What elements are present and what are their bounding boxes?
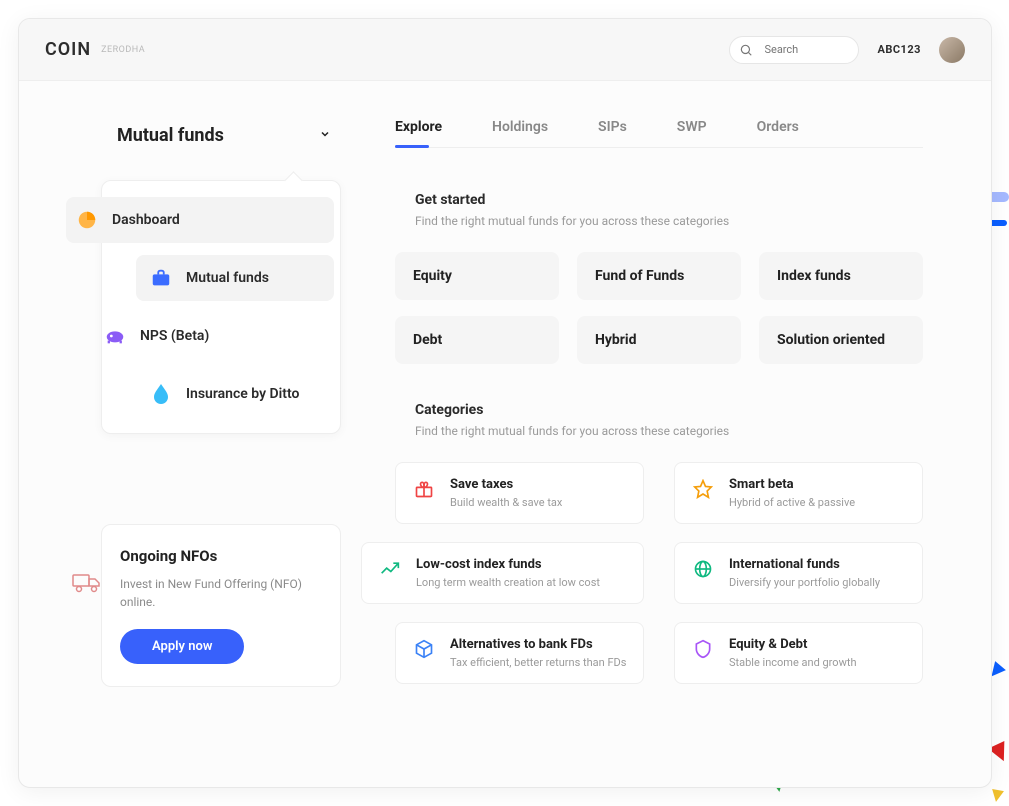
tabs: Explore Holdings SIPs SWP Orders	[395, 119, 923, 148]
category-desc: Diversify your portfolio globally	[729, 576, 880, 589]
chevron-down-icon	[319, 128, 331, 143]
nav-label: Dashboard	[112, 212, 180, 228]
category-title: Alternatives to bank FDs	[450, 637, 626, 652]
nfo-description: Invest in New Fund Offering (NFO) online…	[120, 575, 322, 611]
tab-explore[interactable]: Explore	[395, 119, 442, 147]
nav-item-insurance[interactable]: Insurance by Ditto	[136, 371, 334, 417]
nav-menu: Dashboard Mutual funds NPS (Beta)	[101, 180, 341, 434]
shield-icon	[691, 637, 715, 661]
chip-equity[interactable]: Equity	[395, 252, 559, 300]
section-subtitle: Find the right mutual funds for you acro…	[415, 424, 923, 438]
category-international[interactable]: International funds Diversify your portf…	[674, 542, 923, 604]
decoration	[990, 789, 1004, 803]
topbar: COIN ZERODHA ABC123	[19, 19, 991, 81]
trend-up-icon	[378, 557, 402, 581]
nav-item-nps[interactable]: NPS (Beta)	[90, 313, 334, 359]
category-title: Low-cost index funds	[416, 557, 600, 572]
logo: COIN ZERODHA	[45, 39, 145, 60]
nav-label: NPS (Beta)	[140, 328, 209, 344]
nav-label: Insurance by Ditto	[186, 386, 299, 402]
category-title: Smart beta	[729, 477, 855, 492]
nav-item-dashboard[interactable]: Dashboard	[66, 197, 334, 243]
category-title: Save taxes	[450, 477, 562, 492]
category-title: Equity & Debt	[729, 637, 857, 652]
client-id: ABC123	[877, 43, 921, 56]
category-desc: Build wealth & save tax	[450, 496, 562, 509]
get-started-section: Get started Find the right mutual funds …	[395, 192, 923, 364]
tab-orders[interactable]: Orders	[757, 119, 799, 147]
category-desc: Long term wealth creation at low cost	[416, 576, 600, 589]
nfo-card: Ongoing NFOs Invest in New Fund Offering…	[101, 524, 341, 687]
category-equity-debt[interactable]: Equity & Debt Stable income and growth	[674, 622, 923, 684]
truck-icon	[72, 571, 102, 599]
category-desc: Tax efficient, better returns than FDs	[450, 656, 626, 669]
chip-index-funds[interactable]: Index funds	[759, 252, 923, 300]
category-smart-beta[interactable]: Smart beta Hybrid of active & passive	[674, 462, 923, 524]
section-subtitle: Find the right mutual funds for you acro…	[415, 214, 923, 228]
nav-item-mutual-funds[interactable]: Mutual funds	[136, 255, 334, 301]
logo-text: COIN	[45, 39, 91, 60]
tab-sips[interactable]: SIPs	[598, 119, 627, 147]
category-desc: Stable income and growth	[729, 656, 857, 669]
globe-icon	[691, 557, 715, 581]
chip-fund-of-funds[interactable]: Fund of Funds	[577, 252, 741, 300]
category-low-cost-index[interactable]: Low-cost index funds Long term wealth cr…	[361, 542, 644, 604]
category-title: International funds	[729, 557, 880, 572]
nfo-title: Ongoing NFOs	[120, 547, 322, 565]
search-icon	[738, 42, 754, 58]
tab-holdings[interactable]: Holdings	[492, 119, 548, 147]
gift-icon	[412, 477, 436, 501]
piggy-bank-icon	[104, 325, 126, 347]
app-frame: COIN ZERODHA ABC123 Mutual funds	[18, 18, 992, 788]
category-alternatives-fds[interactable]: Alternatives to bank FDs Tax efficient, …	[395, 622, 644, 684]
chip-hybrid[interactable]: Hybrid	[577, 316, 741, 364]
chip-solution-oriented[interactable]: Solution oriented	[759, 316, 923, 364]
section-title: Categories	[415, 402, 923, 418]
categories-section: Categories Find the right mutual funds f…	[395, 402, 923, 684]
logo-subtext: ZERODHA	[101, 45, 145, 55]
briefcase-icon	[150, 267, 172, 289]
search-input[interactable]	[764, 43, 834, 56]
product-dropdown-label: Mutual funds	[117, 125, 224, 146]
search-box[interactable]	[729, 36, 859, 64]
chip-debt[interactable]: Debt	[395, 316, 559, 364]
cube-icon	[412, 637, 436, 661]
drop-icon	[150, 383, 172, 405]
avatar[interactable]	[939, 37, 965, 63]
category-save-taxes[interactable]: Save taxes Build wealth & save tax	[395, 462, 644, 524]
pie-chart-icon	[76, 209, 98, 231]
apply-now-button[interactable]: Apply now	[120, 629, 244, 664]
category-desc: Hybrid of active & passive	[729, 496, 855, 509]
nav-label: Mutual funds	[186, 270, 269, 286]
tab-swp[interactable]: SWP	[677, 119, 707, 147]
section-title: Get started	[415, 192, 923, 208]
product-dropdown[interactable]: Mutual funds	[101, 119, 341, 152]
star-icon	[691, 477, 715, 501]
